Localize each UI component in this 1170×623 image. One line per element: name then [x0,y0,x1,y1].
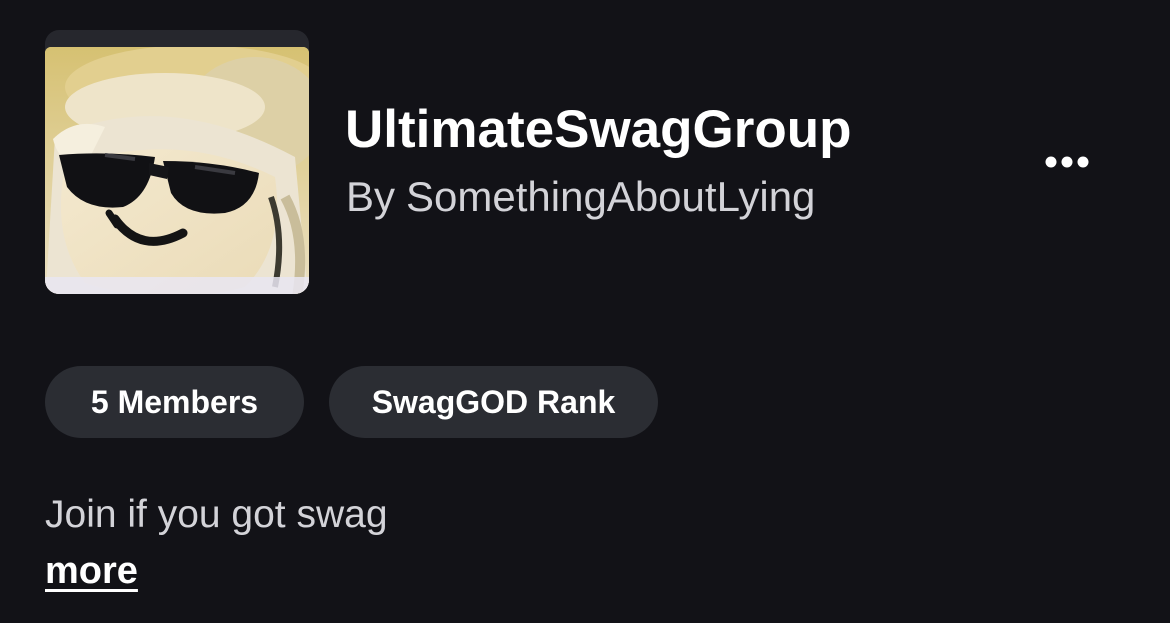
group-name: UltimateSwagGroup [345,100,852,159]
owner-name-link[interactable]: SomethingAboutLying [406,173,815,220]
owner-prefix: By [346,173,396,220]
sunglasses-face-image [45,47,309,294]
more-options-button[interactable] [1038,146,1096,178]
group-description: Join if you got swag [45,493,388,536]
more-description-link[interactable]: more [45,546,138,596]
rank-chip[interactable]: SwagGOD Rank [329,366,658,438]
group-icon-frame [45,30,309,294]
group-emblem-image [45,47,309,294]
ellipsis-icon [1045,156,1089,168]
members-chip[interactable]: 5 Members [45,366,304,438]
group-owner: By SomethingAboutLying [346,170,815,224]
